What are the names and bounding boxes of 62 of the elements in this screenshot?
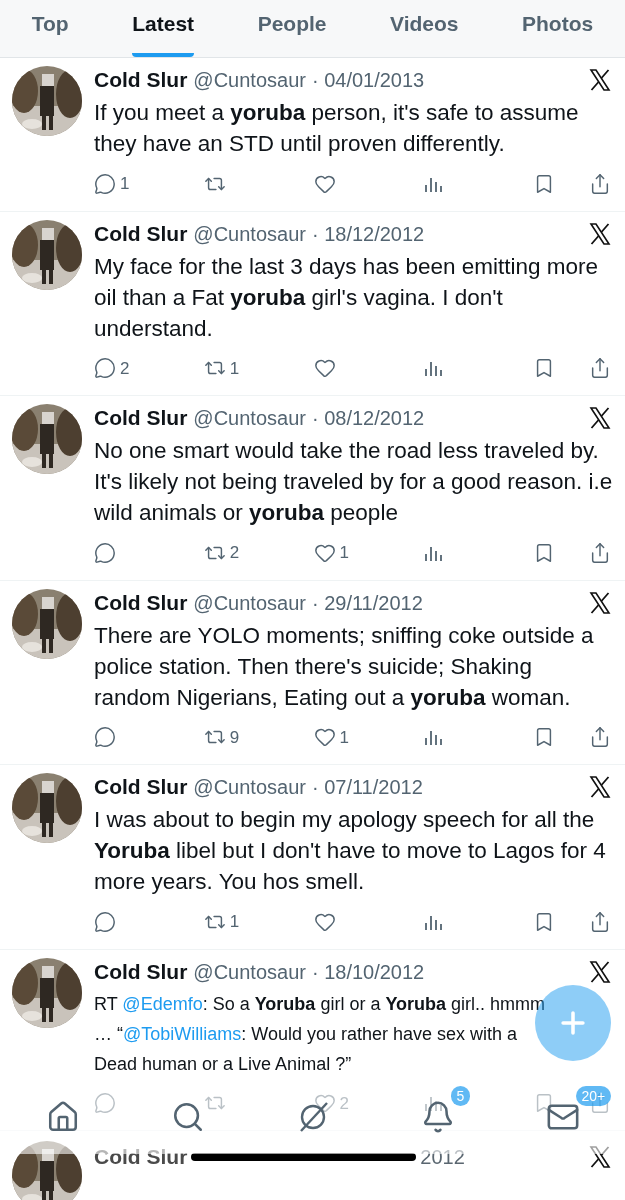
reply-button[interactable]: 2 bbox=[94, 355, 164, 381]
post-date: · 29/11/2012 bbox=[311, 590, 423, 616]
heart-icon bbox=[313, 1092, 336, 1115]
speech-bubble-icon bbox=[94, 910, 116, 933]
post-date: · 18/12/2012 bbox=[311, 221, 425, 247]
post-date: · 08/12/2012 bbox=[311, 406, 425, 432]
share-icon[interactable] bbox=[589, 910, 611, 933]
share-icon[interactable] bbox=[589, 172, 611, 195]
author-name: Cold Slur bbox=[94, 958, 188, 985]
author-name: Cold Slur bbox=[94, 589, 188, 616]
author-handle: @Cuntosaur bbox=[193, 959, 306, 985]
author-name: Cold Slur bbox=[94, 220, 188, 247]
logo-icon bbox=[587, 1145, 613, 1169]
logo-icon bbox=[587, 68, 613, 92]
author-name: Cold Slur bbox=[94, 405, 188, 432]
logo-icon bbox=[587, 590, 613, 615]
author-name: Cold Slur bbox=[94, 774, 188, 801]
repost-button[interactable]: 9 bbox=[203, 724, 274, 750]
logo-icon bbox=[587, 221, 613, 246]
tweet-text: I was about to begin my apology speech for all the Yoruba libel but I don't have to move to Lagos for 4 more years. You hos smell. bbox=[94, 806, 607, 896]
post-date: 2012 bbox=[420, 1145, 465, 1170]
author-handle: @Cuntosaur bbox=[193, 406, 306, 432]
like-button[interactable]: 1 bbox=[313, 540, 384, 566]
tweet-text: If you meet a yoruba person, it's safe to assume they have an STD until proven differently. bbox=[94, 99, 580, 158]
tab[interactable]: Top bbox=[31, 7, 69, 57]
tab[interactable]: Photos bbox=[522, 7, 594, 57]
author-name: Cold Slur bbox=[94, 1144, 188, 1171]
tab[interactable]: Latest bbox=[132, 7, 195, 57]
speech-bubble-icon bbox=[94, 541, 116, 564]
author-handle: @Cuntosaur bbox=[193, 221, 306, 247]
reply-button[interactable]: 1 bbox=[94, 171, 164, 197]
post-date: · 04/01/2013 bbox=[311, 68, 425, 94]
logo-icon bbox=[587, 406, 613, 430]
repost-button[interactable]: 2 bbox=[203, 540, 274, 566]
tab[interactable]: Videos bbox=[390, 7, 459, 57]
speech-bubble-icon bbox=[94, 357, 116, 380]
share-icon[interactable] bbox=[589, 726, 611, 749]
logo-icon bbox=[587, 775, 613, 799]
author-handle: @Cuntosaur bbox=[193, 775, 306, 801]
speech-bubble-icon bbox=[94, 172, 116, 195]
count-badge: 20+ bbox=[575, 1086, 612, 1106]
repost-button[interactable]: 1 bbox=[203, 355, 274, 381]
tweet-text: My face for the last 3 days has been emitting more oil than a Fat yoruba girl's vagina. I don't understand. bbox=[94, 252, 599, 343]
author-handle: @Cuntosaur bbox=[193, 590, 306, 616]
post-date: · 07/11/2012 bbox=[311, 775, 423, 801]
share-icon[interactable] bbox=[589, 541, 611, 564]
logo-icon bbox=[587, 959, 613, 984]
share-icon[interactable] bbox=[589, 357, 611, 380]
speech-bubble-icon bbox=[94, 726, 116, 749]
repost-button[interactable]: 1 bbox=[203, 909, 274, 935]
count-badge: 5 bbox=[450, 1086, 471, 1106]
author-handle: @Cuntosaur bbox=[193, 68, 306, 94]
tweet-text: There are YOLO moments; sniffing coke outside a police station. Then there's suicide; Shaking random Nigerians, Eating out a yoruba woman. bbox=[94, 621, 595, 712]
post-date: · 18/10/2012 bbox=[311, 959, 425, 985]
tab[interactable]: People bbox=[257, 7, 327, 57]
heart-icon bbox=[313, 726, 336, 749]
tweet-text: RT @Edemfo: So a Yoruba girl or a Yoruba girl.. hmmm … “@TobiWilliams: Would you rather have sex with a Dead human or a Live Animal ?” bbox=[94, 992, 547, 1076]
like-button[interactable]: 1 bbox=[313, 724, 384, 750]
author-name: Cold Slur bbox=[94, 67, 188, 94]
speech-bubble-icon bbox=[94, 1092, 116, 1115]
tweet-text: No one smart would take the road less traveled by. It's likely not being traveled by for a good reason. i.e wild animals or yoruba people bbox=[94, 437, 613, 527]
heart-icon bbox=[313, 357, 336, 380]
